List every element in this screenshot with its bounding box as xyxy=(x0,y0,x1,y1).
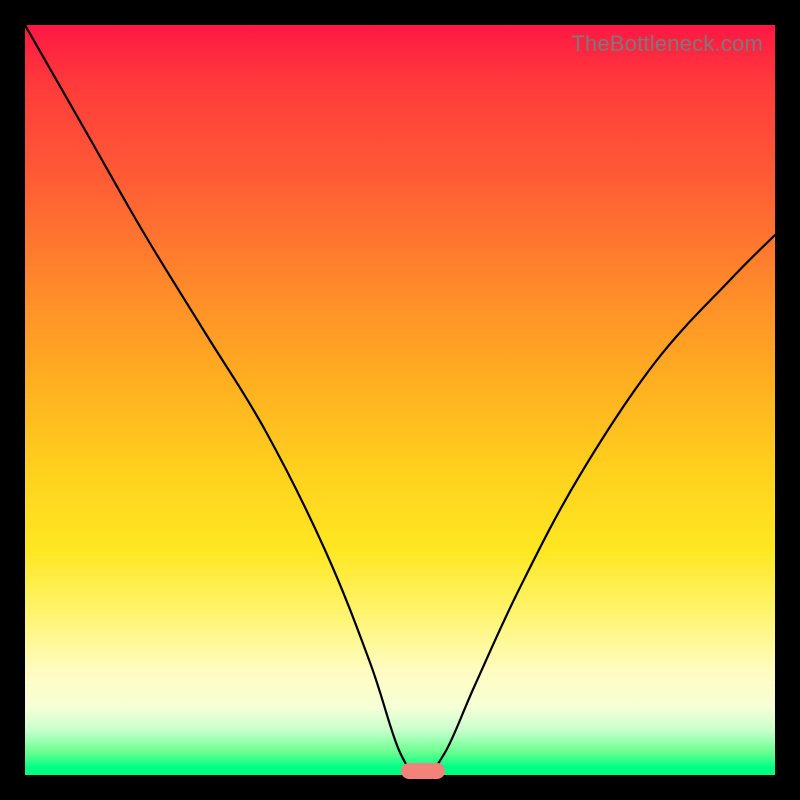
bottleneck-curve xyxy=(25,25,775,775)
chart-area: TheBottleneck.com xyxy=(25,25,775,775)
curve-path xyxy=(25,25,775,775)
optimal-marker xyxy=(401,763,445,779)
